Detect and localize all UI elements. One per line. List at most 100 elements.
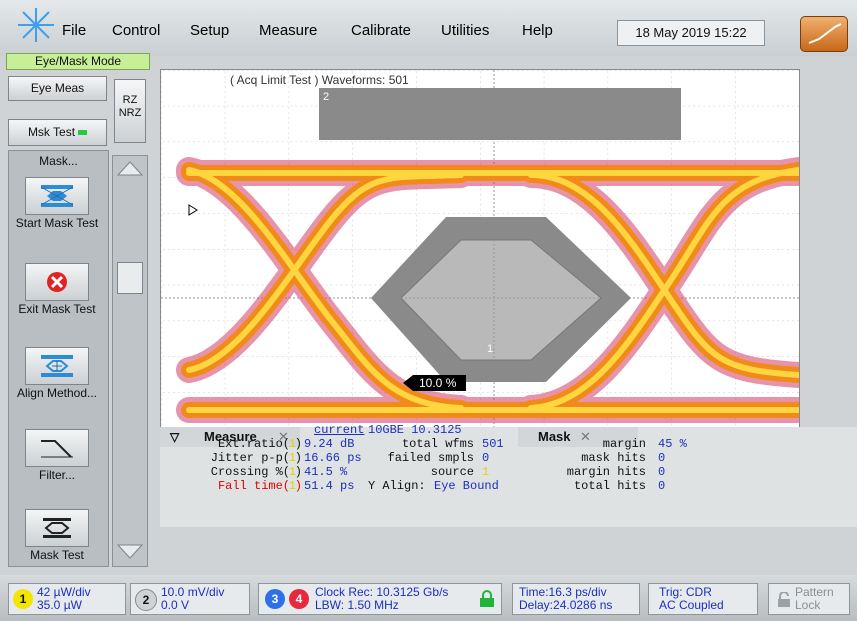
trigger-box[interactable]: Trig: CDR AC Coupled [648,583,758,615]
eye-meas-label: Eye Meas [30,81,85,95]
channel-1-box[interactable]: 1 42 µW/div 35.0 µW [8,583,126,615]
loop-bandwidth: LBW: 1.50 MHz [315,598,399,612]
menu-setup[interactable]: Setup [190,22,229,39]
locked-icon [480,590,494,607]
margin-stat-value: 45 % [658,437,687,451]
ch1-badge: 1 [13,589,33,609]
status-bar: 1 42 µW/div 35.0 µW 2 10.0 mV/div 0.0 V … [0,575,857,621]
scroll-thumb[interactable] [117,262,143,294]
mask-test-label: Mask Test [30,548,84,562]
rz-nrz-toggle[interactable]: RZ NRZ [114,79,146,143]
y-align-label: Y Align: [368,479,426,493]
y-align-value: Eye Bound [434,479,499,493]
filter-button[interactable]: Filter... [15,429,99,481]
timebase-box[interactable]: Time:16.3 ps/div Delay:24.0286 ns [512,583,640,615]
filter-icon [25,429,89,467]
align-method-button[interactable]: Align Method... [15,347,99,399]
menu-help[interactable]: Help [522,22,553,39]
mask-tool-strip: Mask... Start Mask Test Exit Mask Test A… [8,150,109,567]
mask-stats-left: total wfms 501 failed smpls 0 source 1 Y Al… [360,437,520,493]
ch1-offset: 35.0 µW [37,598,82,612]
source-value: 1 [482,465,490,479]
mask-outline-icon [25,509,89,547]
eye-diagram: 10.0 % 2 1 [161,70,799,428]
active-led-icon [78,130,88,136]
menu-calibrate[interactable]: Calibrate [351,22,411,39]
trigger-coupling: AC Coupled [659,598,724,612]
time-delay: Delay:24.0286 ns [519,598,613,612]
mask-hits-label: mask hits [581,451,646,465]
filter-label: Filter... [38,468,75,482]
exit-mask-test-button[interactable]: Exit Mask Test [15,263,99,315]
menu-control[interactable]: Control [112,22,160,39]
date-time: 18 May 2019 15:22 [617,20,765,46]
menu-file[interactable]: File [62,22,86,39]
margin-label: 10.0 % [419,376,457,390]
scroll-down-icon[interactable] [116,543,144,561]
exit-mask-test-label: Exit Mask Test [18,302,96,316]
ch4-badge: 4 [289,589,309,609]
margin-hits-label: margin hits [566,465,646,479]
eye-meas-button[interactable]: Eye Meas [8,76,107,101]
margin-stat-label: margin [602,437,646,451]
channel-2-box[interactable]: 2 10.0 mV/div 0.0 V [130,583,250,615]
measure-row[interactable]: Ext.ratio( 1) 9.24 dB [174,437,364,451]
mask-region-1: 1 [487,343,493,355]
start-mask-test-button[interactable]: Start Mask Test [15,177,99,229]
agilent-logo-icon [18,8,54,42]
measure-row[interactable]: Jitter p-p( 1) 16.66 ps [174,451,364,465]
rz-label: RZ [122,94,138,106]
failed-smpls-label: failed smpls [387,451,474,465]
ch2-offset: 0.0 V [161,598,190,612]
msk-test-label: Msk Test [27,125,76,139]
exit-red-icon [25,263,89,301]
current-header: current [314,423,365,437]
mask-test-button[interactable]: Mask Test [15,509,99,561]
pattern-lock-box[interactable]: Pattern Lock [768,583,850,615]
measure-label: Fall time( [217,479,290,493]
measure-value: 51.4 ps [304,479,355,493]
source-label: source [430,465,474,479]
measure-label: Jitter p-p( [210,451,290,465]
measure-label: Ext.ratio( [217,437,290,451]
nrz-label: NRZ [118,107,142,119]
clock-recovery-box[interactable]: 3 4 Clock Rec: 10.3125 Gb/s LBW: 1.50 MH… [258,583,502,615]
mode-tab[interactable]: Eye/Mask Mode [6,53,150,70]
mask-name: 10GBE 10.3125 [368,423,462,437]
tool-scrollbar[interactable] [112,155,148,567]
measure-row[interactable]: Fall time( 1) 51.4 ps [174,479,364,493]
measure-row[interactable]: Crossing %( 1) 41.5 % [174,465,364,479]
menu-bar: File Control Setup Measure Calibrate Uti… [0,0,857,56]
msk-test-button[interactable]: Msk Test [8,119,107,146]
margin-hits-value: 0 [658,465,666,479]
measure-value: 41.5 % [304,465,348,479]
ch2-badge: 2 [135,589,157,611]
acquisition-status: ( Acq Limit Test ) Waveforms: 501 [230,73,409,87]
strip-title: Mask... [39,154,78,168]
align-method-label: Align Method... [16,386,98,400]
control-panel-icon[interactable] [800,16,848,52]
waveform-display[interactable]: 10.0 % 2 1 [160,69,800,429]
results-panel: ▽ Measure ✕ Mask ✕ current Ext.ratio( 1)… [160,423,857,527]
start-mask-test-label: Start Mask Test [15,216,99,230]
total-hits-value: 0 [658,479,666,493]
lock-label: Lock [795,598,821,612]
measure-table: Ext.ratio( 1) 9.24 dB Jitter p-p( 1) 16.… [174,437,364,493]
menu-utilities[interactable]: Utilities [441,22,489,39]
total-wfms-label: total wfms [401,437,474,451]
measure-value: 9.24 dB [304,437,355,451]
measure-label: Crossing %( [210,465,290,479]
mask-start-icon [25,177,89,215]
total-wfms-value: 501 [482,437,504,451]
scroll-up-icon[interactable] [116,159,144,177]
align-method-icon [25,347,89,385]
menu-measure[interactable]: Measure [259,22,317,39]
mask-region-2: 2 [323,91,329,103]
measure-value: 16.66 ps [304,451,362,465]
ch3-badge: 3 [265,589,285,609]
total-hits-label: total hits [573,479,646,493]
pattern-lock-icon [778,592,790,607]
failed-smpls-value: 0 [482,451,490,465]
mask-hits-value: 0 [658,451,666,465]
mask-stats-right: margin 45 % mask hits 0 margin hits 0 total… [540,437,700,493]
